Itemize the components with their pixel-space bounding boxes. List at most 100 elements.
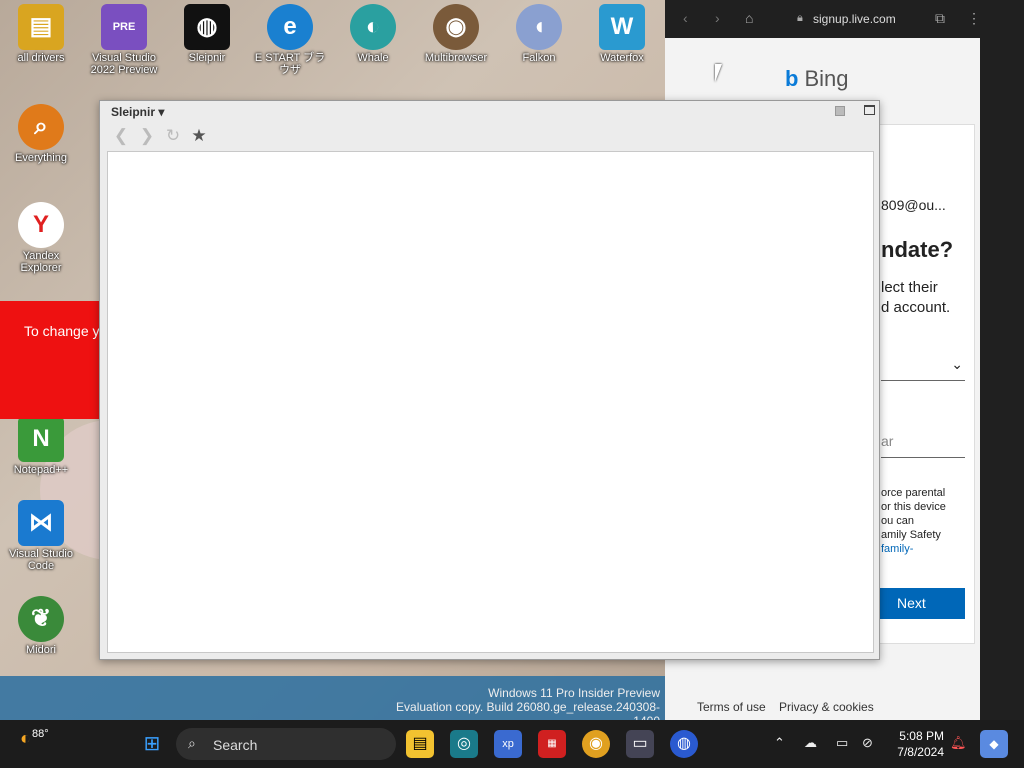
site-info-icon[interactable]: 🔒︎	[797, 12, 803, 25]
vscode-icon: ⋈	[18, 500, 64, 546]
app-icon-teal[interactable]: ◎	[450, 730, 478, 758]
maximize-icon[interactable]	[864, 105, 875, 115]
everything-search-icon: ⌕	[18, 104, 64, 150]
desktop-icon-yandex[interactable]: Y Yandex Explorer	[2, 202, 80, 274]
more-menu-icon[interactable]: ⋮	[967, 10, 981, 27]
search-box[interactable]: ⌕ Search	[176, 728, 396, 760]
desktop-icon-all-drivers[interactable]: ▤ all drivers	[2, 4, 80, 64]
forward-icon[interactable]: ›	[715, 10, 720, 26]
visual-studio-icon: PRE	[101, 4, 147, 50]
window-edge	[980, 0, 1024, 720]
chevron-down-icon: ⌄	[951, 356, 963, 372]
estart-browser-icon: e	[267, 4, 313, 50]
app-icon-xp[interactable]: xp	[494, 730, 522, 758]
body-text: amily Safety	[881, 529, 941, 541]
app-icon-window[interactable]: ▭	[626, 730, 654, 758]
desktop-icon-waterfox[interactable]: W Waterfox	[583, 4, 661, 64]
back-icon[interactable]: ❮	[108, 125, 134, 147]
display-icon[interactable]: ▭	[836, 735, 848, 751]
desktop-icon-label: Visual Studio Code	[8, 548, 73, 572]
desktop-icon-midori[interactable]: ❦ Midori	[2, 596, 80, 656]
date: 7/8/2024	[897, 745, 944, 759]
desktop-icon-label: Midori	[26, 644, 56, 656]
window-title[interactable]: Sleipnir ▾	[111, 105, 164, 119]
signup-footer: Terms of use Privacy & cookies	[665, 692, 980, 720]
page-content-area[interactable]	[107, 151, 874, 653]
desktop-icon-label: Sleipnir	[188, 52, 226, 64]
time: 5:08 PM	[899, 729, 944, 743]
waterfox-icon: W	[599, 4, 645, 50]
battery-icon[interactable]: ⊘	[862, 735, 873, 751]
browser-toolbar: ‹ › ⌂ 🔒︎ signup.live.com ⧉ ⋮ ✕	[665, 0, 1024, 38]
country-select[interactable]: ⌄	[881, 350, 965, 381]
open-in-new-icon[interactable]: ⧉	[935, 10, 945, 27]
search-label: Search	[213, 737, 258, 753]
privacy-link[interactable]: Privacy & cookies	[779, 700, 874, 714]
birth-year-placeholder: ar	[881, 433, 894, 449]
desktop-icon-label: Visual Studio 2022 Preview	[90, 52, 158, 76]
lock-icon	[835, 106, 845, 116]
bing-logo: b Bing	[785, 66, 849, 92]
body-text: lect their	[881, 279, 938, 296]
family-safety-link[interactable]: family-	[881, 543, 913, 555]
desktop-icon-label: Everything	[15, 152, 67, 164]
start-button[interactable]: ⊞	[138, 730, 166, 758]
desktop-icon-estart[interactable]: e E START ブラウザ	[251, 4, 329, 76]
desktop-icon-label: Waterfox	[600, 52, 644, 64]
taskbar: ◐ 88° ⊞ ⌕ Search ▤ ◎ xp ▦ ◉ ▭ ◍ ⌃ ☁ ▭ ⊘ …	[0, 720, 1024, 768]
bing-logo-text: Bing	[804, 66, 849, 91]
next-button[interactable]: Next	[879, 588, 965, 619]
address-bar-url[interactable]: signup.live.com	[813, 12, 896, 26]
desktop-icon-everything[interactable]: ⌕ Everything	[2, 104, 80, 164]
folder-icon: ▤	[18, 4, 64, 50]
mouse-cursor-icon	[715, 64, 722, 82]
app-icon-red[interactable]: ▦	[538, 730, 566, 758]
desktop-icon-whale[interactable]: ◐ Whale	[334, 4, 412, 64]
chrome-icon[interactable]: ◉	[582, 730, 610, 758]
sleipnir-toolbar: ❮ ❯ ↻ ★	[108, 125, 212, 151]
desktop-icon-label: Multibrowser	[424, 52, 488, 64]
sleipnir-window[interactable]: Sleipnir ▾ ❮ ❯ ↻ ★	[99, 100, 880, 660]
desktop-icon-visual-studio-preview[interactable]: PRE Visual Studio 2022 Preview	[85, 4, 163, 76]
reload-icon[interactable]: ↻	[160, 125, 186, 147]
yandex-icon: Y	[18, 202, 64, 248]
multibrowser-icon: ◉	[433, 4, 479, 50]
email-address: 809@ou...	[881, 197, 946, 213]
sleipnir-icon: ◍	[184, 4, 230, 50]
sleipnir-taskbar-icon[interactable]: ◍	[670, 730, 698, 758]
body-text: or this device	[881, 501, 946, 513]
bing-logo-icon: b	[785, 66, 799, 91]
desktop-icon-vscode[interactable]: ⋈ Visual Studio Code	[2, 500, 80, 572]
desktop-icon-notepadpp[interactable]: N Notepad++	[2, 416, 80, 476]
desktop-icon-label: Notepad++	[13, 464, 69, 476]
home-icon[interactable]: ⌂	[745, 10, 753, 26]
desktop-icon-sleipnir[interactable]: ◍ Sleipnir	[168, 4, 246, 64]
desktop-icon-multibrowser[interactable]: ◉ Multibrowser	[417, 4, 495, 64]
desktop-icon-label: all drivers	[17, 52, 65, 64]
bookmark-star-icon[interactable]: ★	[186, 125, 212, 147]
weather-widget[interactable]: ◐ 88°	[20, 728, 49, 749]
birth-year-input[interactable]: ar	[881, 425, 965, 458]
heading: ndate?	[881, 237, 954, 262]
chevron-up-icon[interactable]: ⌃	[774, 735, 785, 751]
weather-icon: ◐	[20, 728, 31, 748]
desktop-icon-label: E START ブラウザ	[254, 52, 326, 76]
watermark-line: Windows 11 Pro Insider Preview	[488, 686, 660, 700]
desktop-icon-falkon[interactable]: ◖ Falkon	[500, 4, 578, 64]
desktop-icon-label: Whale	[357, 52, 389, 64]
midori-icon: ❦	[18, 596, 64, 642]
notepad-plus-plus-icon: N	[18, 416, 64, 462]
terms-link[interactable]: Terms of use	[697, 700, 766, 714]
body-text: orce parental	[881, 487, 946, 499]
whale-icon: ◐	[350, 4, 396, 50]
notification-bell-icon[interactable]: 🔔︎	[950, 735, 967, 751]
desktop-icon-label: Falkon	[522, 52, 556, 64]
body-text: ou can	[881, 515, 915, 527]
onedrive-icon[interactable]: ☁	[804, 735, 817, 751]
copilot-icon[interactable]: ◆	[980, 730, 1008, 758]
forward-icon[interactable]: ❯	[134, 125, 160, 147]
clock[interactable]: 5:08 PM 7/8/2024	[890, 728, 944, 760]
falkon-icon: ◖	[516, 4, 562, 50]
file-explorer-icon[interactable]: ▤	[406, 730, 434, 758]
back-icon[interactable]: ‹	[683, 10, 688, 26]
